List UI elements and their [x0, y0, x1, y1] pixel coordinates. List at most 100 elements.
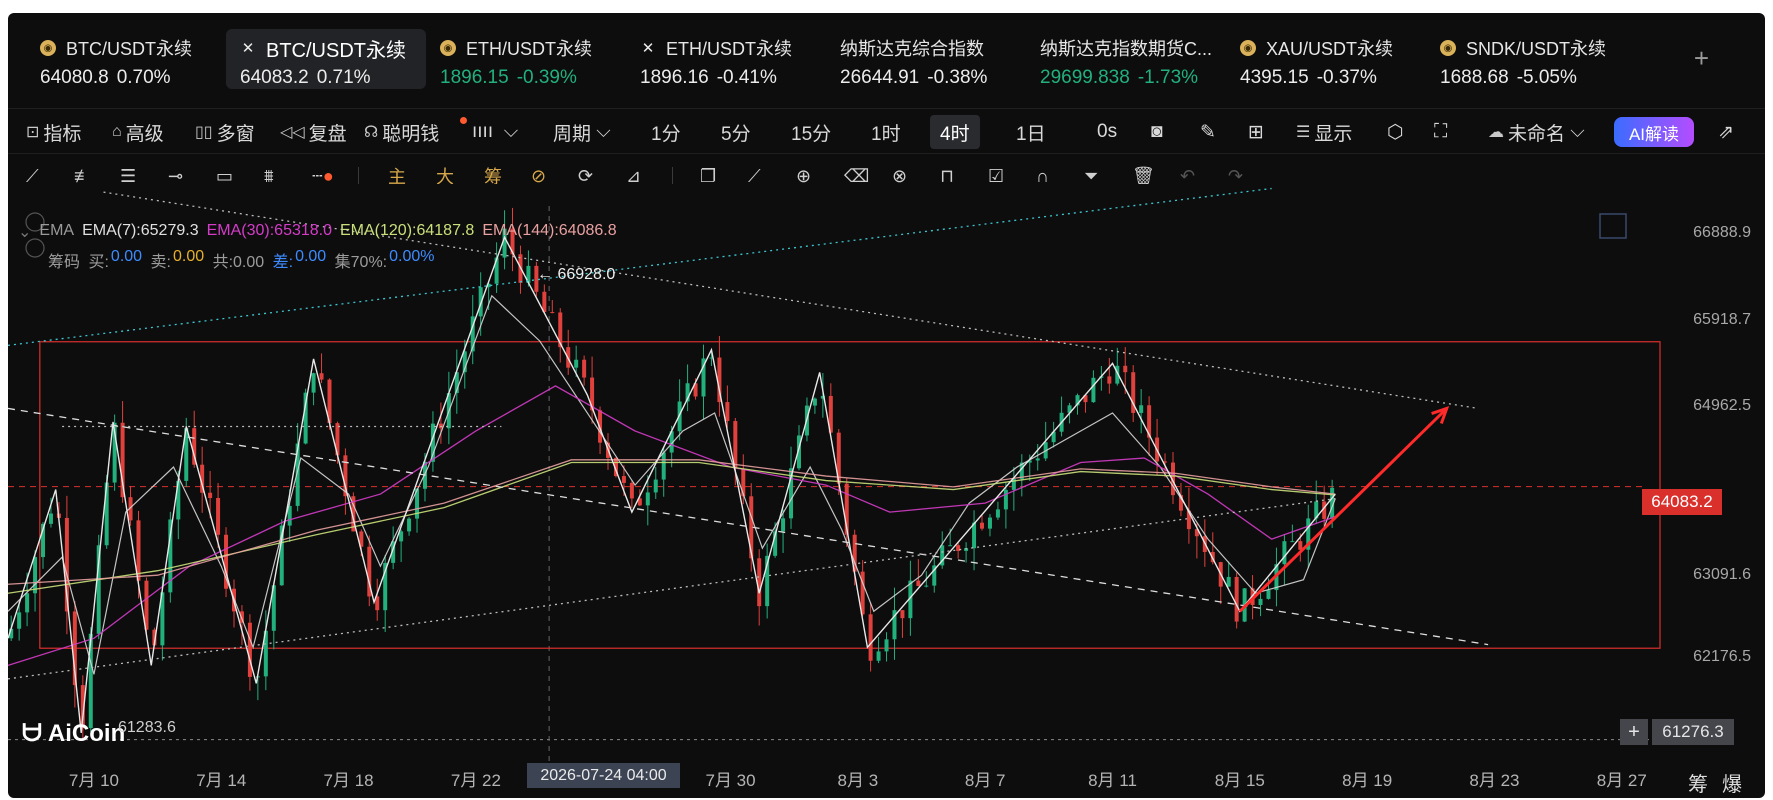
high-price-value: 66928.0	[557, 266, 616, 283]
chips-conc-label: 集70%:	[334, 254, 388, 271]
ticker-price: 4395.15	[1240, 67, 1309, 88]
ticker-change: -5.05%	[1516, 67, 1577, 88]
candle-body	[972, 522, 977, 549]
candle-body	[1298, 541, 1303, 550]
ema-label[interactable]: EMA	[39, 222, 74, 242]
settings-icon[interactable]: ⬡	[1387, 109, 1404, 155]
cloud-icon: ☁	[1488, 124, 1504, 141]
candle-body	[876, 651, 881, 661]
x-icon: ✕	[641, 40, 655, 57]
y-tick-label: 64962.5	[1693, 397, 1751, 415]
candle-body	[17, 612, 22, 629]
candle-body	[407, 518, 412, 532]
candle-body	[661, 452, 666, 480]
ticker-name: ETH/USDT永续	[666, 39, 792, 59]
x-tick-label: 8月 11	[1088, 771, 1137, 790]
candle-body	[1139, 405, 1144, 413]
ticker-tab[interactable]: ◉ XAU/USDT永续 4395.15 -0.37%	[1226, 29, 1426, 89]
ticker-tab[interactable]: 纳斯达克综合指数 26644.91 -0.38%	[826, 29, 1026, 89]
period-1h[interactable]: 1时	[871, 109, 901, 155]
more-tools-dropdown[interactable]: ıııı ⌵	[472, 109, 518, 155]
chips-total: 共:0.00	[212, 254, 265, 271]
ticker-price: 29699.838	[1040, 67, 1130, 88]
candle-body	[574, 359, 579, 368]
y-tick-label: 63091.6	[1693, 565, 1751, 583]
chips-toggle[interactable]: 筹	[1688, 768, 1708, 797]
period-dropdown[interactable]: 周期 ⌵	[553, 109, 611, 155]
low-price-label: 61283.6	[118, 719, 176, 736]
y-tick-label: 66888.9	[1693, 223, 1751, 241]
period-15m[interactable]: 15分	[791, 109, 831, 155]
smart-money-icon: ☊	[364, 124, 379, 141]
candle-body	[1266, 590, 1271, 599]
candle-body	[948, 545, 953, 547]
ema30-value: EMA(30):65318.0	[206, 222, 332, 239]
coin-icon: ◉	[1240, 40, 1256, 56]
indicator-button[interactable]: ⊡ 指标	[26, 109, 81, 155]
advanced-button[interactable]: ⌂ 高级	[112, 109, 164, 155]
candle-body	[757, 558, 762, 607]
candle-body	[980, 522, 985, 529]
smart-money-button[interactable]: ☊ 聪明钱	[364, 109, 439, 155]
chips-sell-value: 0.00	[172, 248, 205, 265]
candle-body	[868, 614, 873, 661]
multi-window-button[interactable]: ▯▯ 多窗	[195, 109, 255, 155]
candle-body	[629, 482, 634, 499]
ticker-tab[interactable]: ✕ ETH/USDT永续 1896.16 -0.41%	[626, 29, 826, 89]
candle-body	[1226, 576, 1231, 587]
coin-icon: ◉	[440, 40, 456, 56]
ticker-tab[interactable]: ◉ ETH/USDT永续 1896.15 -0.39%	[426, 29, 626, 89]
multi-window-icon: ▯▯	[195, 124, 213, 141]
ticker-change: -1.73%	[1137, 67, 1199, 88]
period-1m[interactable]: 1分	[651, 109, 681, 155]
chart-toolbar: ⊡ 指标 ⌂ 高级 ▯▯ 多窗 ◁◁ 复盘 ☊ 聪明钱 ıııı ⌵ 周期 ⌵ 1分 5分…	[8, 108, 1765, 154]
crosshair-time-tag: 2026-07-24 04:00	[527, 763, 680, 788]
fullscreen-icon[interactable]: ⛶	[1434, 109, 1447, 155]
ticker-change: 0.70%	[116, 67, 171, 88]
x-tick-label: 8月 19	[1342, 771, 1393, 790]
price-chart[interactable]	[0, 184, 1773, 784]
replay-button[interactable]: ◁◁ 复盘	[280, 109, 347, 155]
chips-label: 筹码	[48, 254, 81, 271]
add-alert-button[interactable]: +	[1620, 719, 1648, 745]
x-tick-label: 7月 10	[68, 771, 119, 790]
candle-body	[916, 580, 921, 586]
candle-body	[900, 610, 905, 619]
ai-analysis-button[interactable]: AI解读	[1614, 117, 1694, 147]
candle-body	[1282, 541, 1287, 565]
display-button[interactable]: ☰ 显示	[1296, 109, 1352, 155]
pen-icon[interactable]: ✎	[1200, 109, 1216, 155]
period-4h[interactable]: 4时	[930, 115, 980, 149]
coin-icon: ◉	[1440, 40, 1456, 56]
add-ticker-button[interactable]: +	[1694, 43, 1709, 74]
ticker-change: -0.38%	[927, 67, 988, 88]
high-price-label: ← 66928.0	[537, 266, 616, 283]
layout-name-dropdown[interactable]: ☁ 未命名 ⌵	[1488, 109, 1585, 155]
candle-body	[1123, 365, 1128, 373]
chips-buy-value: 0.00	[110, 248, 143, 265]
candle-body	[247, 622, 252, 677]
ticker-tab[interactable]: ◉ SNDK/USDT永续 1688.68 -5.05%	[1426, 29, 1626, 89]
candle-body	[1234, 576, 1239, 622]
notification-dot	[460, 117, 467, 124]
ticker-tab[interactable]: ✕ BTC/USDT永续 64083.2 0.71%	[226, 29, 426, 89]
candle-body	[781, 518, 786, 532]
candle-body	[741, 468, 746, 497]
ticker-change: -0.41%	[716, 67, 777, 88]
advanced-icon: ⌂	[112, 123, 122, 140]
period-5m[interactable]: 5分	[721, 109, 751, 155]
collapse-icon[interactable]: ⌄	[18, 222, 31, 242]
camera-icon[interactable]: ◙	[1151, 109, 1162, 155]
list-icon: ☰	[1296, 124, 1311, 141]
liquidation-toggle[interactable]: 爆	[1722, 768, 1742, 797]
period-1d[interactable]: 1日	[1016, 109, 1046, 155]
share-icon[interactable]: ⇗	[1718, 109, 1734, 155]
candle-body	[1107, 376, 1112, 384]
add-note-icon[interactable]: ⊞	[1248, 109, 1264, 155]
coin-icon: ◉	[40, 40, 56, 56]
candle-body	[25, 593, 30, 613]
bars-icon: ıııı	[472, 121, 494, 142]
ticker-tab[interactable]: ◉ BTC/USDT永续 64080.8 0.70%	[26, 29, 226, 89]
x-tick-label: 7月 18	[323, 771, 374, 790]
ticker-tab[interactable]: 纳斯达克指数期货C... 29699.838 -1.73%	[1026, 29, 1226, 89]
